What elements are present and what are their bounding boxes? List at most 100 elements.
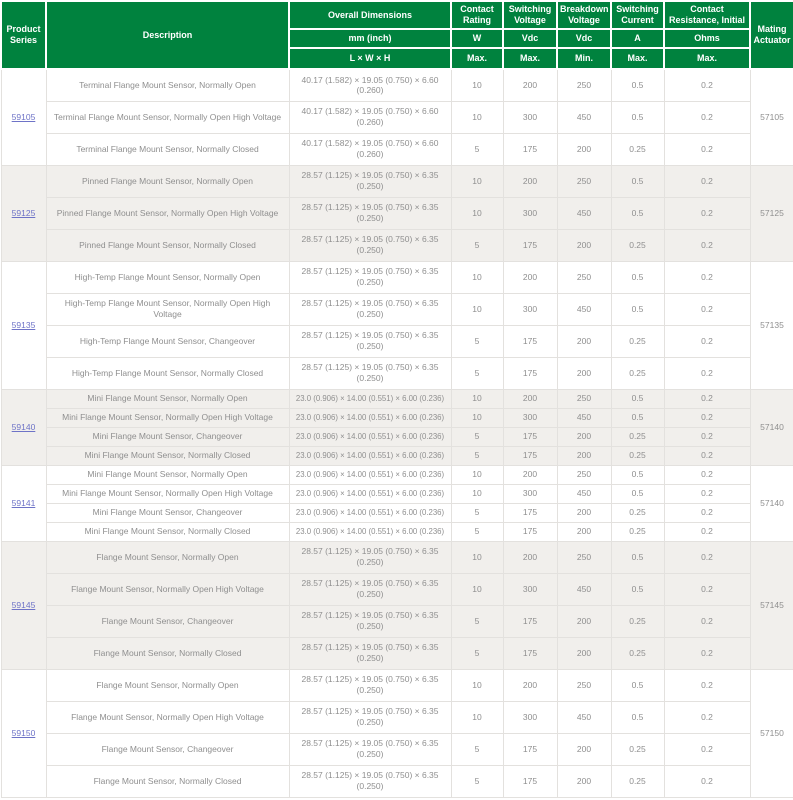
col-header-mating-actuator: Mating Actuator	[750, 1, 793, 69]
dimensions-cell: 23.0 (0.906) × 14.00 (0.551) × 6.00 (0.2…	[289, 484, 451, 503]
limit-switching-voltage: Max.	[503, 48, 557, 69]
mating-actuator-cell: 57135	[750, 261, 793, 389]
table-row: Flange Mount Sensor, Normally Closed28.5…	[1, 765, 793, 797]
product-series-link[interactable]: 59135	[12, 320, 36, 330]
contact-rating-cell: 5	[451, 765, 503, 797]
col-header-description: Description	[46, 1, 289, 69]
dimensions-cell: 40.17 (1.582) × 19.05 (0.750) × 6.60 (0.…	[289, 133, 451, 165]
col-header-product-series: Product Series	[1, 1, 46, 69]
product-series-link[interactable]: 59140	[12, 422, 36, 432]
product-series-link[interactable]: 59105	[12, 112, 36, 122]
dimensions-cell: 23.0 (0.906) × 14.00 (0.551) × 6.00 (0.2…	[289, 503, 451, 522]
mating-actuator-cell: 57125	[750, 165, 793, 261]
dimensions-cell: 28.57 (1.125) × 19.05 (0.750) × 6.35 (0.…	[289, 261, 451, 293]
table-row: High-Temp Flange Mount Sensor, Normally …	[1, 357, 793, 389]
product-series-link[interactable]: 59125	[12, 208, 36, 218]
col-header-switching-voltage: Switching Voltage	[503, 1, 557, 29]
contact-rating-cell: 5	[451, 427, 503, 446]
switching-current-cell: 0.25	[611, 503, 664, 522]
table-row: Terminal Flange Mount Sensor, Normally O…	[1, 101, 793, 133]
contact-resistance-cell: 0.2	[664, 701, 750, 733]
product-series-cell: 59105	[1, 69, 46, 165]
description-cell: Flange Mount Sensor, Normally Open High …	[46, 701, 289, 733]
description-cell: Terminal Flange Mount Sensor, Normally C…	[46, 133, 289, 165]
dimensions-cell: 23.0 (0.906) × 14.00 (0.551) × 6.00 (0.2…	[289, 389, 451, 408]
switching-current-cell: 0.5	[611, 165, 664, 197]
breakdown-voltage-cell: 250	[557, 541, 611, 573]
switching-voltage-cell: 175	[503, 765, 557, 797]
contact-rating-cell: 10	[451, 69, 503, 101]
table-row: 59141Mini Flange Mount Sensor, Normally …	[1, 465, 793, 484]
dimensions-cell: 28.57 (1.125) × 19.05 (0.750) × 6.35 (0.…	[289, 765, 451, 797]
contact-resistance-cell: 0.2	[664, 357, 750, 389]
table-row: 59135High-Temp Flange Mount Sensor, Norm…	[1, 261, 793, 293]
product-series-link[interactable]: 59141	[12, 498, 36, 508]
product-series-link[interactable]: 59145	[12, 600, 36, 610]
mating-actuator-cell: 57145	[750, 541, 793, 669]
contact-resistance-cell: 0.2	[664, 637, 750, 669]
contact-rating-cell: 10	[451, 165, 503, 197]
contact-rating-cell: 5	[451, 357, 503, 389]
contact-rating-cell: 5	[451, 522, 503, 541]
description-cell: Mini Flange Mount Sensor, Changeover	[46, 427, 289, 446]
col-header-switching-current: Switching Current	[611, 1, 664, 29]
breakdown-voltage-cell: 200	[557, 325, 611, 357]
description-cell: High-Temp Flange Mount Sensor, Normally …	[46, 293, 289, 325]
product-spec-table: Product Series Description Overall Dimen…	[0, 0, 793, 798]
switching-current-cell: 0.5	[611, 293, 664, 325]
switching-current-cell: 0.5	[611, 465, 664, 484]
dimensions-cell: 28.57 (1.125) × 19.05 (0.750) × 6.35 (0.…	[289, 197, 451, 229]
description-cell: Mini Flange Mount Sensor, Normally Close…	[46, 446, 289, 465]
table-body: 59105Terminal Flange Mount Sensor, Norma…	[1, 69, 793, 797]
contact-resistance-cell: 0.2	[664, 197, 750, 229]
col-header-contact-resistance: Contact Resistance, Initial	[664, 1, 750, 29]
contact-resistance-cell: 0.2	[664, 229, 750, 261]
contact-resistance-cell: 0.2	[664, 427, 750, 446]
switching-voltage-cell: 175	[503, 605, 557, 637]
breakdown-voltage-cell: 250	[557, 261, 611, 293]
contact-resistance-cell: 0.2	[664, 522, 750, 541]
breakdown-voltage-cell: 450	[557, 197, 611, 229]
switching-current-cell: 0.25	[611, 357, 664, 389]
contact-rating-cell: 10	[451, 701, 503, 733]
dimensions-cell: 28.57 (1.125) × 19.05 (0.750) × 6.35 (0.…	[289, 605, 451, 637]
dimensions-cell: 28.57 (1.125) × 19.05 (0.750) × 6.35 (0.…	[289, 541, 451, 573]
breakdown-voltage-cell: 250	[557, 69, 611, 101]
switching-voltage-cell: 200	[503, 389, 557, 408]
product-series-cell: 59141	[1, 465, 46, 541]
switching-voltage-cell: 175	[503, 427, 557, 446]
contact-rating-cell: 5	[451, 733, 503, 765]
contact-resistance-cell: 0.2	[664, 669, 750, 701]
unit-contact-resistance: Ohms	[664, 29, 750, 48]
contact-rating-cell: 5	[451, 229, 503, 261]
product-series-link[interactable]: 59150	[12, 728, 36, 738]
breakdown-voltage-cell: 200	[557, 446, 611, 465]
dimensions-cell: 28.57 (1.125) × 19.05 (0.750) × 6.35 (0.…	[289, 733, 451, 765]
switching-current-cell: 0.25	[611, 605, 664, 637]
contact-resistance-cell: 0.2	[664, 733, 750, 765]
description-cell: Flange Mount Sensor, Normally Closed	[46, 637, 289, 669]
table-row: 59140Mini Flange Mount Sensor, Normally …	[1, 389, 793, 408]
breakdown-voltage-cell: 450	[557, 484, 611, 503]
description-cell: Flange Mount Sensor, Normally Closed	[46, 765, 289, 797]
dimensions-cell: 28.57 (1.125) × 19.05 (0.750) × 6.35 (0.…	[289, 669, 451, 701]
breakdown-voltage-cell: 250	[557, 165, 611, 197]
switching-voltage-cell: 200	[503, 69, 557, 101]
switching-current-cell: 0.5	[611, 69, 664, 101]
contact-resistance-cell: 0.2	[664, 389, 750, 408]
switching-current-cell: 0.5	[611, 408, 664, 427]
contact-resistance-cell: 0.2	[664, 69, 750, 101]
breakdown-voltage-cell: 250	[557, 669, 611, 701]
contact-resistance-cell: 0.2	[664, 325, 750, 357]
table-row: 59105Terminal Flange Mount Sensor, Norma…	[1, 69, 793, 101]
table-row: Mini Flange Mount Sensor, Normally Open …	[1, 484, 793, 503]
description-cell: Mini Flange Mount Sensor, Normally Open	[46, 465, 289, 484]
table-row: Pinned Flange Mount Sensor, Normally Ope…	[1, 197, 793, 229]
contact-resistance-cell: 0.2	[664, 503, 750, 522]
switching-current-cell: 0.5	[611, 541, 664, 573]
breakdown-voltage-cell: 200	[557, 357, 611, 389]
dimensions-cell: 23.0 (0.906) × 14.00 (0.551) × 6.00 (0.2…	[289, 427, 451, 446]
contact-resistance-cell: 0.2	[664, 765, 750, 797]
description-cell: High-Temp Flange Mount Sensor, Normally …	[46, 261, 289, 293]
contact-rating-cell: 5	[451, 325, 503, 357]
